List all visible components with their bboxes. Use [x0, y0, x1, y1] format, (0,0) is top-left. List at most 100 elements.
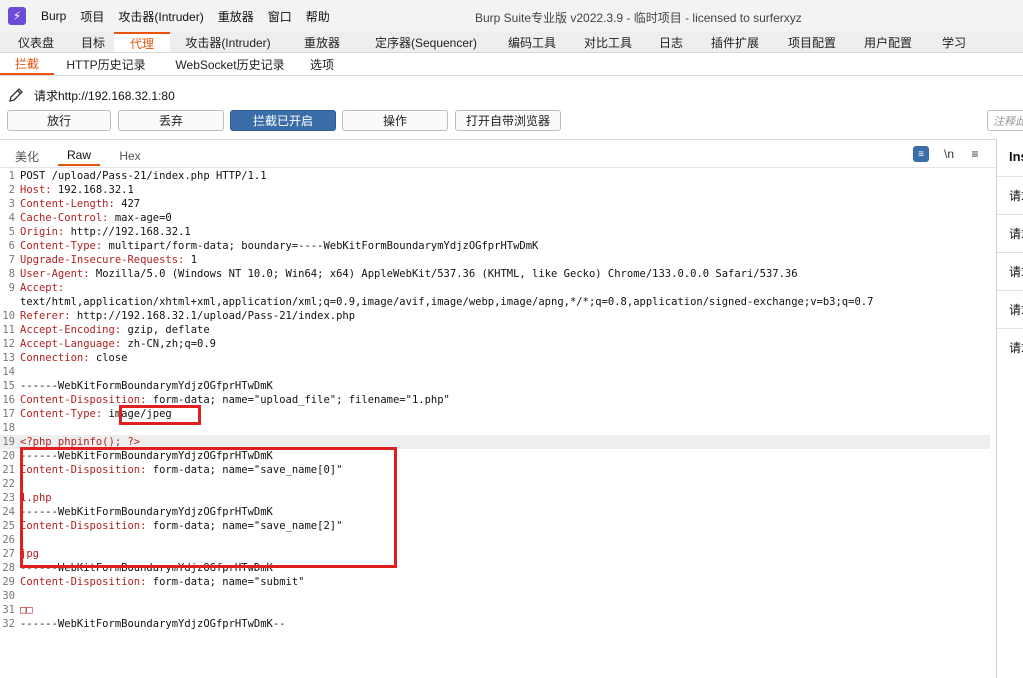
header-value: multipart/form-data; boundary=----WebKit… — [102, 240, 539, 252]
highlight-box-content-type — [119, 405, 201, 425]
tab-intruder[interactable]: 攻击器(Intruder) — [170, 32, 286, 52]
drop-button[interactable]: 丢弃 — [118, 110, 224, 131]
line-number: 1 — [8, 170, 15, 182]
line-number: 29 — [2, 576, 15, 588]
tab-target[interactable]: 目标 — [72, 32, 114, 52]
line-number: 19 — [2, 436, 15, 448]
header-name: User-Agent: — [20, 268, 90, 280]
header-name: Connection: — [20, 352, 90, 364]
code-line[interactable]: 7 Upgrade-Insecure-Requests: 1 — [0, 253, 990, 267]
request-target: 请求http://192.168.32.1:80 — [8, 86, 175, 104]
menu-project[interactable]: 项目 — [80, 8, 104, 25]
line-content: Content-Disposition: form-data; name="up… — [20, 394, 450, 406]
code-line[interactable]: 6 Content-Type: multipart/form-data; boun… — [0, 239, 990, 253]
line-number: 18 — [2, 422, 15, 434]
subtab-options[interactable]: 选项 — [302, 53, 342, 75]
line-number: 11 — [2, 324, 15, 336]
header-name: Content-Length: — [20, 198, 115, 210]
code-line[interactable]: 4 Cache-Control: max-age=0 — [0, 211, 990, 225]
show-newlines-icon[interactable]: \n — [941, 146, 957, 162]
code-line[interactable]: 14 — [0, 365, 990, 379]
code-line[interactable]: 5 Origin: http://192.168.32.1 — [0, 225, 990, 239]
tab-decoder[interactable]: 编码工具 — [494, 32, 570, 52]
header-value: http://192.168.32.1/upload/Pass-21/index… — [70, 310, 356, 322]
header-value: 427 — [114, 198, 141, 210]
line-number: 9 — [8, 282, 15, 294]
forward-button[interactable]: 放行 — [7, 110, 111, 131]
code-line[interactable]: 31 □□ — [0, 603, 990, 617]
code-line[interactable]: 12 Accept-Language: zh-CN,zh;q=0.9 — [0, 337, 990, 351]
menu-help[interactable]: 帮助 — [306, 8, 330, 25]
code-line[interactable]: 13 Connection: close — [0, 351, 990, 365]
tab-hex[interactable]: Hex — [112, 146, 148, 166]
line-number: 27 — [2, 548, 15, 560]
proxy-sub-tabs: 拦截 HTTP历史记录 WebSocket历史记录 选项 — [0, 53, 1023, 76]
window-title: Burp Suite专业版 v2022.3.9 - 临时项目 - license… — [475, 11, 802, 25]
header-name: Content-Type: — [20, 408, 103, 420]
code-line[interactable]: 9 Accept: — [0, 281, 990, 295]
action-button[interactable]: 操作 — [342, 110, 448, 131]
tab-dashboard[interactable]: 仪表盘 — [0, 32, 72, 52]
tab-project-options[interactable]: 项目配置 — [774, 32, 850, 52]
tab-comparer[interactable]: 对比工具 — [570, 32, 646, 52]
code-line[interactable]: 11 Accept-Encoding: gzip, deflate — [0, 323, 990, 337]
inspector-row-cookies[interactable]: 请求Cookies — [997, 290, 1023, 328]
intercept-toggle-button[interactable]: 拦截已开启 — [230, 110, 336, 131]
inspector-row-request-attributes[interactable]: 请求属性 — [997, 176, 1023, 214]
subtab-http-history[interactable]: HTTP历史记录 — [54, 53, 158, 75]
tab-user-options[interactable]: 用户配置 — [850, 32, 926, 52]
tab-repeater[interactable]: 重放器 — [286, 32, 358, 52]
code-line[interactable]: 3 Content-Length: 427 — [0, 197, 990, 211]
editor-menu-icon[interactable]: ≡ — [967, 146, 983, 162]
line-content: Upgrade-Insecure-Requests: 1 — [20, 254, 197, 266]
line-content: User-Agent: Mozilla/5.0 (Windows NT 10.0… — [20, 268, 798, 280]
menu-burp[interactable]: Burp — [41, 9, 66, 23]
header-value: 1 — [184, 254, 198, 266]
tab-raw[interactable]: Raw — [58, 146, 100, 166]
line-number: 7 — [8, 254, 15, 266]
code-line[interactable]: 30 — [0, 589, 990, 603]
code-line[interactable]: 29 Content-Disposition: form-data; name="… — [0, 575, 990, 589]
code-line[interactable]: 10 Referer: http://192.168.32.1/upload/Pa… — [0, 309, 990, 323]
header-name: Accept-Language: — [20, 338, 122, 350]
line-content: Connection: close — [20, 352, 127, 364]
line-content: Content-Disposition: form-data; name="su… — [20, 576, 304, 588]
header-value: zh-CN,zh;q=0.9 — [121, 338, 216, 350]
inspector-row-query-params[interactable]: 请求查询参数 — [997, 214, 1023, 252]
line-number: 8 — [8, 268, 15, 280]
editor-tabs: 美化 Raw Hex ≡ \n ≡ — [0, 140, 996, 168]
code-line[interactable]: 15 ------WebKitFormBoundarymYdjzOGfprHTwD… — [0, 379, 990, 393]
tab-learn[interactable]: 学习 — [926, 32, 982, 52]
wrap-lines-icon[interactable]: ≡ — [913, 146, 929, 162]
tab-logger[interactable]: 日志 — [646, 32, 696, 52]
subtab-websocket-history[interactable]: WebSocket历史记录 — [158, 53, 302, 75]
line-content: Referer: http://192.168.32.1/upload/Pass… — [20, 310, 355, 322]
inspector-row-headers[interactable]: 请求头 — [997, 328, 1023, 366]
code-line[interactable]: 2 Host: 192.168.32.1 — [0, 183, 990, 197]
code-line[interactable]: 32 ------WebKitFormBoundarymYdjzOGfprHTwD… — [0, 617, 990, 631]
request-target-text: 请求http://192.168.32.1:80 — [34, 88, 175, 103]
tab-extensions[interactable]: 插件扩展 — [696, 32, 774, 52]
line-number: 20 — [2, 450, 15, 462]
tab-pretty[interactable]: 美化 — [10, 146, 44, 166]
code-line[interactable]: 8 User-Agent: Mozilla/5.0 (Windows NT 10.… — [0, 267, 990, 281]
inspector-row-body-params[interactable]: 请求体参数 — [997, 252, 1023, 290]
comment-input[interactable]: 注释此 — [987, 110, 1023, 131]
pencil-icon[interactable] — [8, 87, 24, 103]
burp-logo-icon: ⚡ — [8, 7, 26, 25]
line-number: 23 — [2, 492, 15, 504]
menu-intruder[interactable]: 攻击器(Intruder) — [118, 8, 203, 25]
code-line[interactable]: 1 POST /upload/Pass-21/index.php HTTP/1.1 — [0, 169, 990, 183]
line-content: Origin: http://192.168.32.1 — [20, 226, 191, 238]
open-browser-button[interactable]: 打开自带浏览器 — [455, 110, 561, 131]
line-content: Content-Type: multipart/form-data; bound… — [20, 240, 538, 252]
header-value: form-data; name="submit" — [146, 576, 305, 588]
code-line[interactable]: text/html,application/xhtml+xml,applicat… — [0, 295, 990, 309]
tab-proxy[interactable]: 代理 — [114, 32, 170, 52]
tab-sequencer[interactable]: 定序器(Sequencer) — [358, 32, 494, 52]
menu-repeater[interactable]: 重放器 — [218, 8, 254, 25]
subtab-intercept[interactable]: 拦截 — [0, 53, 54, 75]
request-editor: 美化 Raw Hex ≡ \n ≡ 1 POST /upload/Pass-21/… — [0, 139, 996, 678]
line-content: text/html,application/xhtml+xml,applicat… — [20, 296, 874, 308]
menu-window[interactable]: 窗口 — [268, 8, 292, 25]
